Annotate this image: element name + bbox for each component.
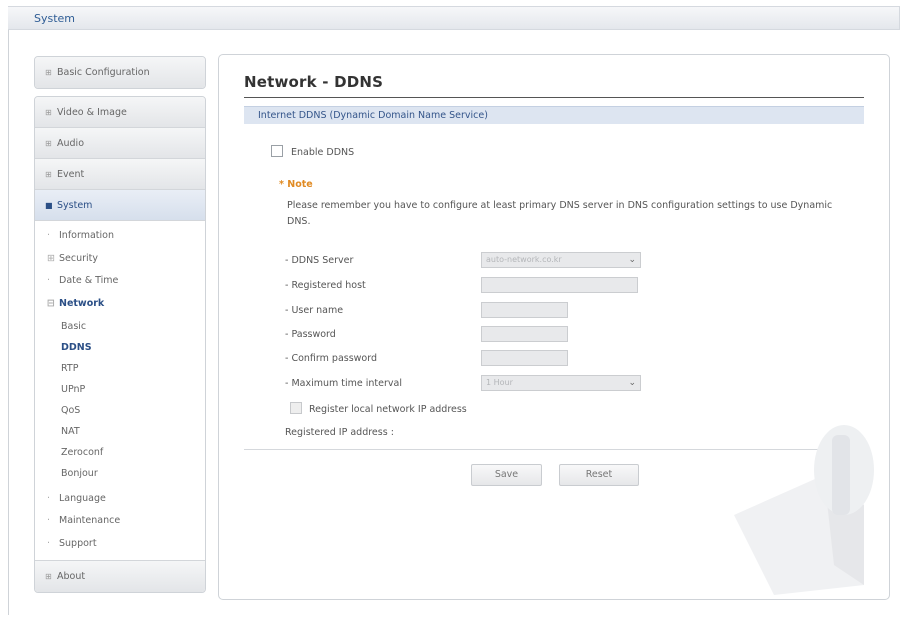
sidebar-item-network-zeroconf[interactable]: Zeroconf xyxy=(35,442,205,463)
sidebar-item-label: Network xyxy=(59,298,105,310)
sidebar-item-date-time[interactable]: · Date & Time xyxy=(35,270,205,293)
title-underline xyxy=(244,97,864,98)
tree-line-icon: · xyxy=(47,538,51,550)
expand-icon: ⊞ xyxy=(45,170,52,179)
sidebar-item-security[interactable]: ⊞ Security xyxy=(35,248,205,271)
sidebar-item-network-bonjour[interactable]: Bonjour xyxy=(35,463,205,484)
sidebar-item-label: Language xyxy=(59,492,106,504)
sidebar-item-label: Basic Configuration xyxy=(57,67,150,78)
main-panel: Network - DDNS Internet DDNS (Dynamic Do… xyxy=(218,54,890,600)
sidebar-item-event[interactable]: ⊞ Event xyxy=(35,159,205,190)
sidebar-item-basic-configuration[interactable]: ⊞ Basic Configuration xyxy=(35,57,205,88)
sidebar-item-about[interactable]: ⊞ About xyxy=(35,560,205,592)
sidebar-item-label: QoS xyxy=(61,404,81,416)
sidebar-item-label: UPnP xyxy=(61,383,86,395)
sidebar-item-network-nat[interactable]: NAT xyxy=(35,421,205,442)
sidebar-item-system[interactable]: ■ System xyxy=(35,190,205,221)
expand-icon: ⊞ xyxy=(45,571,52,581)
user-name-label: - User name xyxy=(285,305,344,316)
main-nav-box: ⊞ Video & Image ⊞ Audio ⊞ Event ■ System · In… xyxy=(34,96,206,593)
sidebar-item-label: Basic xyxy=(61,320,87,332)
sidebar-item-network-qos[interactable]: QoS xyxy=(35,400,205,421)
expand-icon: ⊞ xyxy=(45,68,52,77)
chevron-down-icon: ⌄ xyxy=(628,255,636,265)
background-decoration-image xyxy=(734,425,874,595)
basic-config-box: ⊞ Basic Configuration xyxy=(34,56,206,89)
chevron-down-icon: ⌄ xyxy=(628,378,636,388)
page-title: Network - DDNS xyxy=(244,73,384,91)
confirm-password-label: - Confirm password xyxy=(285,353,378,364)
left-border-line xyxy=(8,30,9,615)
sidebar-item-label: Video & Image xyxy=(57,107,127,118)
sidebar-item-label: Event xyxy=(57,169,85,180)
user-name-input[interactable] xyxy=(481,302,568,318)
max-interval-value: 1 Hour xyxy=(486,378,513,387)
sidebar-item-support[interactable]: · Support xyxy=(35,533,205,556)
sidebar-item-video-image[interactable]: ⊞ Video & Image xyxy=(35,97,205,128)
sidebar-item-label: Security xyxy=(59,252,99,264)
note-title: * Note xyxy=(279,179,313,190)
collapse-icon: ⊟ xyxy=(47,298,55,310)
reset-button[interactable]: Reset xyxy=(559,464,639,486)
tree-line-icon: · xyxy=(47,515,51,527)
ddns-server-value: auto-network.co.kr xyxy=(486,255,562,264)
header-title: System xyxy=(34,12,76,25)
tree-line-icon: · xyxy=(47,230,51,241)
registered-ip-label: Registered IP address : xyxy=(285,427,394,438)
sidebar-item-label: RTP xyxy=(61,362,79,374)
sidebar-item-network-ddns[interactable]: DDNS xyxy=(35,337,205,358)
max-interval-select[interactable]: 1 Hour ⌄ xyxy=(481,375,641,391)
system-submenu: · Information ⊞ Security · Date & Time ⊟ Net… xyxy=(35,221,205,561)
note-text: Please remember you have to configure at… xyxy=(287,200,833,227)
sidebar-item-label: Information xyxy=(59,230,114,241)
section-title: Internet DDNS (Dynamic Domain Name Servi… xyxy=(258,110,488,121)
enable-ddns-label: Enable DDNS xyxy=(291,147,355,158)
sidebar-item-network-basic[interactable]: Basic xyxy=(35,316,205,337)
sidebar-item-label: Zeroconf xyxy=(61,446,104,458)
sidebar-item-label: DDNS xyxy=(61,341,92,353)
sidebar-item-network-rtp[interactable]: RTP xyxy=(35,358,205,379)
sidebar-item-label: About xyxy=(57,570,86,582)
sidebar-item-network-upnp[interactable]: UPnP xyxy=(35,379,205,400)
sidebar-item-label: NAT xyxy=(61,425,80,437)
ddns-server-label: - DDNS Server xyxy=(285,255,354,266)
tree-line-icon: · xyxy=(47,492,51,504)
password-label: - Password xyxy=(285,329,336,340)
expand-icon: ⊞ xyxy=(47,252,55,264)
collapse-icon: ■ xyxy=(45,201,53,210)
sidebar-item-label: Maintenance xyxy=(59,515,121,527)
sidebar-item-label: Date & Time xyxy=(59,275,119,287)
sidebar-item-audio[interactable]: ⊞ Audio xyxy=(35,128,205,159)
register-ip-label: Register local network IP address xyxy=(309,404,467,415)
enable-ddns-checkbox[interactable] xyxy=(271,145,283,157)
expand-icon: ⊞ xyxy=(45,108,52,117)
section-header: Internet DDNS (Dynamic Domain Name Servi… xyxy=(244,106,864,124)
register-ip-checkbox[interactable] xyxy=(290,402,302,414)
sidebar-item-information[interactable]: · Information xyxy=(35,225,205,248)
sidebar-item-label: Bonjour xyxy=(61,467,98,479)
ddns-server-select[interactable]: auto-network.co.kr ⌄ xyxy=(481,252,641,268)
sidebar-item-maintenance[interactable]: · Maintenance xyxy=(35,510,205,533)
sidebar-item-network[interactable]: ⊟ Network xyxy=(35,293,205,316)
tree-line-icon: · xyxy=(47,275,51,287)
registered-host-label: - Registered host xyxy=(285,280,366,291)
sidebar-item-label: Audio xyxy=(57,138,85,149)
password-input[interactable] xyxy=(481,326,568,342)
sidebar-item-language[interactable]: · Language xyxy=(35,488,205,511)
max-interval-label: - Maximum time interval xyxy=(285,378,402,389)
save-button[interactable]: Save xyxy=(471,464,542,486)
top-header-bar: System xyxy=(8,6,900,30)
sidebar-item-label: Support xyxy=(59,538,97,550)
registered-host-input[interactable] xyxy=(481,277,638,293)
confirm-password-input[interactable] xyxy=(481,350,568,366)
expand-icon: ⊞ xyxy=(45,139,52,148)
sidebar-item-label: System xyxy=(57,200,93,211)
